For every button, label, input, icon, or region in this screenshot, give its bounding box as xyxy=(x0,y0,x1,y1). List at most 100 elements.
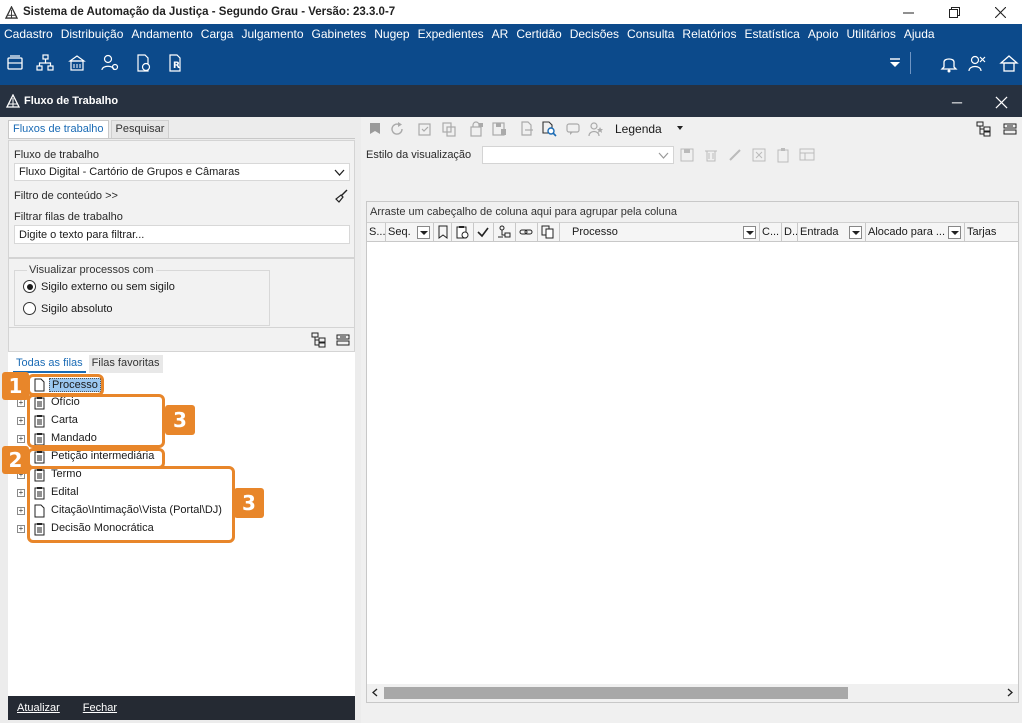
radio-unchecked[interactable] xyxy=(23,302,36,315)
comment-icon[interactable] xyxy=(565,121,581,137)
person-star-icon[interactable] xyxy=(587,121,603,137)
toolbar-document-lock-button[interactable] xyxy=(132,52,154,74)
horizontal-scrollbar[interactable] xyxy=(367,684,1018,702)
menu-andamento[interactable]: Andamento xyxy=(127,27,196,41)
clipboard-icon[interactable] xyxy=(775,147,791,163)
menu-carga[interactable]: Carga xyxy=(197,27,238,41)
lock-document-icon[interactable] xyxy=(469,121,485,137)
restore-button[interactable] xyxy=(931,0,977,24)
column-header-processo[interactable]: Processo xyxy=(560,223,760,242)
tab-todas-as-filas[interactable]: Todas as filas xyxy=(13,355,86,373)
menu-relatorios[interactable]: Relatórios xyxy=(678,27,740,41)
column-filter-button[interactable] xyxy=(849,226,862,239)
column-header-link[interactable] xyxy=(516,223,538,242)
menu-julgamento[interactable]: Julgamento xyxy=(237,27,307,41)
column-header-c[interactable]: C... xyxy=(760,223,782,242)
refresh-icon[interactable] xyxy=(389,121,405,137)
notifications-button[interactable] xyxy=(938,52,960,74)
window-close-button[interactable] xyxy=(992,93,1010,111)
column-header-bookmark[interactable] xyxy=(434,223,452,242)
scroll-right-icon[interactable] xyxy=(1005,688,1014,697)
column-header-hierarchy[interactable] xyxy=(494,223,516,242)
search-document-icon[interactable] xyxy=(541,121,557,137)
close-window-button[interactable] xyxy=(977,0,1022,24)
column-header-s[interactable]: S... xyxy=(367,223,386,242)
view-style-select[interactable] xyxy=(482,146,674,164)
save-lock-icon[interactable] xyxy=(491,121,507,137)
brush-icon[interactable] xyxy=(335,189,349,203)
radio-sigilo-externo[interactable]: Sigilo externo ou sem sigilo xyxy=(23,280,175,293)
column-filter-button[interactable] xyxy=(417,226,430,239)
expand-tree-icon[interactable] xyxy=(976,121,992,137)
column-header-d[interactable]: D... xyxy=(782,223,798,242)
legend-dropdown-icon[interactable] xyxy=(677,126,683,130)
toolbar-court-button[interactable] xyxy=(66,52,88,74)
copy-icon[interactable] xyxy=(441,121,457,137)
layout-icon[interactable] xyxy=(799,147,815,163)
excel-icon[interactable] xyxy=(751,147,767,163)
menu-certidao[interactable]: Certidão xyxy=(512,27,565,41)
hierarchy-icon xyxy=(36,54,54,71)
toolbar-inbox-button[interactable] xyxy=(4,52,26,74)
radio-checked[interactable] xyxy=(23,280,36,293)
expand-icon[interactable]: + xyxy=(17,417,25,425)
menu-utilitarios[interactable]: Utilitários xyxy=(843,27,900,41)
column-filter-button[interactable] xyxy=(743,226,756,239)
document-arrow-icon[interactable] xyxy=(519,121,535,137)
column-header-documents[interactable] xyxy=(452,223,474,242)
column-header-check[interactable] xyxy=(474,223,494,242)
column-header-copy[interactable] xyxy=(538,223,560,242)
save-icon[interactable] xyxy=(679,147,695,163)
expand-icon[interactable]: + xyxy=(17,489,25,497)
delete-icon[interactable] xyxy=(703,147,719,163)
workflow-select[interactable]: Fluxo Digital - Cartório de Grupos e Câm… xyxy=(14,163,350,181)
toolbar-dropdown-button[interactable] xyxy=(884,52,906,74)
menu-cadastro[interactable]: Cadastro xyxy=(0,27,57,41)
minimize-button[interactable] xyxy=(885,0,931,24)
tab-pesquisar[interactable]: Pesquisar xyxy=(110,120,170,138)
menu-ar[interactable]: AR xyxy=(488,27,513,41)
expand-icon[interactable]: + xyxy=(17,435,25,443)
update-button[interactable]: Atualizar xyxy=(17,702,60,714)
switch-user-button[interactable] xyxy=(966,52,988,74)
expand-tree-icon[interactable] xyxy=(311,332,327,348)
legend-menu[interactable]: Legenda xyxy=(615,122,662,136)
expand-icon[interactable]: + xyxy=(17,399,25,407)
menu-apoio[interactable]: Apoio xyxy=(804,27,843,41)
window-minimize-button[interactable] xyxy=(948,93,966,111)
queue-filter-input[interactable] xyxy=(14,225,350,244)
scroll-left-icon[interactable] xyxy=(371,688,380,697)
menu-nugep[interactable]: Nugep xyxy=(370,27,413,41)
collapse-tree-icon[interactable] xyxy=(335,332,351,348)
expand-icon[interactable]: + xyxy=(17,507,25,515)
menu-gabinetes[interactable]: Gabinetes xyxy=(308,27,371,41)
column-filter-button[interactable] xyxy=(948,226,961,239)
column-header-seq[interactable]: Seq. xyxy=(386,223,434,242)
chevron-down-icon xyxy=(658,152,669,159)
column-header-tarjas[interactable]: Tarjas xyxy=(965,223,1018,242)
content-filter-toggle[interactable]: Filtro de conteúdo >> xyxy=(14,190,118,202)
column-header-entrada[interactable]: Entrada xyxy=(798,223,866,242)
menu-estatistica[interactable]: Estatística xyxy=(740,27,803,41)
scrollbar-thumb[interactable] xyxy=(384,687,848,699)
toolbar-document-r-button[interactable]: R xyxy=(164,52,186,74)
radio-sigilo-absoluto[interactable]: Sigilo absoluto xyxy=(23,302,113,315)
menu-distribuicao[interactable]: Distribuição xyxy=(57,27,128,41)
home-button[interactable] xyxy=(998,52,1020,74)
expand-icon[interactable]: + xyxy=(17,525,25,533)
menu-consulta[interactable]: Consulta xyxy=(623,27,678,41)
collapse-tree-icon[interactable] xyxy=(1002,121,1018,137)
workflow-label: Fluxo de trabalho xyxy=(14,149,99,161)
tab-fluxos-de-trabalho[interactable]: Fluxos de trabalho xyxy=(8,120,109,138)
column-header-alocado[interactable]: Alocado para ... xyxy=(866,223,965,242)
flag-icon[interactable] xyxy=(367,121,383,137)
tab-filas-favoritas[interactable]: Filas favoritas xyxy=(88,355,163,373)
menu-ajuda[interactable]: Ajuda xyxy=(900,27,939,41)
menu-expedientes[interactable]: Expedientes xyxy=(414,27,488,41)
close-button[interactable]: Fechar xyxy=(83,702,117,714)
check-document-icon[interactable] xyxy=(417,121,433,137)
menu-decisoes[interactable]: Decisões xyxy=(566,27,623,41)
toolbar-distribution-button[interactable] xyxy=(34,52,56,74)
toolbar-user-settings-button[interactable] xyxy=(99,52,121,74)
edit-icon[interactable] xyxy=(727,147,743,163)
